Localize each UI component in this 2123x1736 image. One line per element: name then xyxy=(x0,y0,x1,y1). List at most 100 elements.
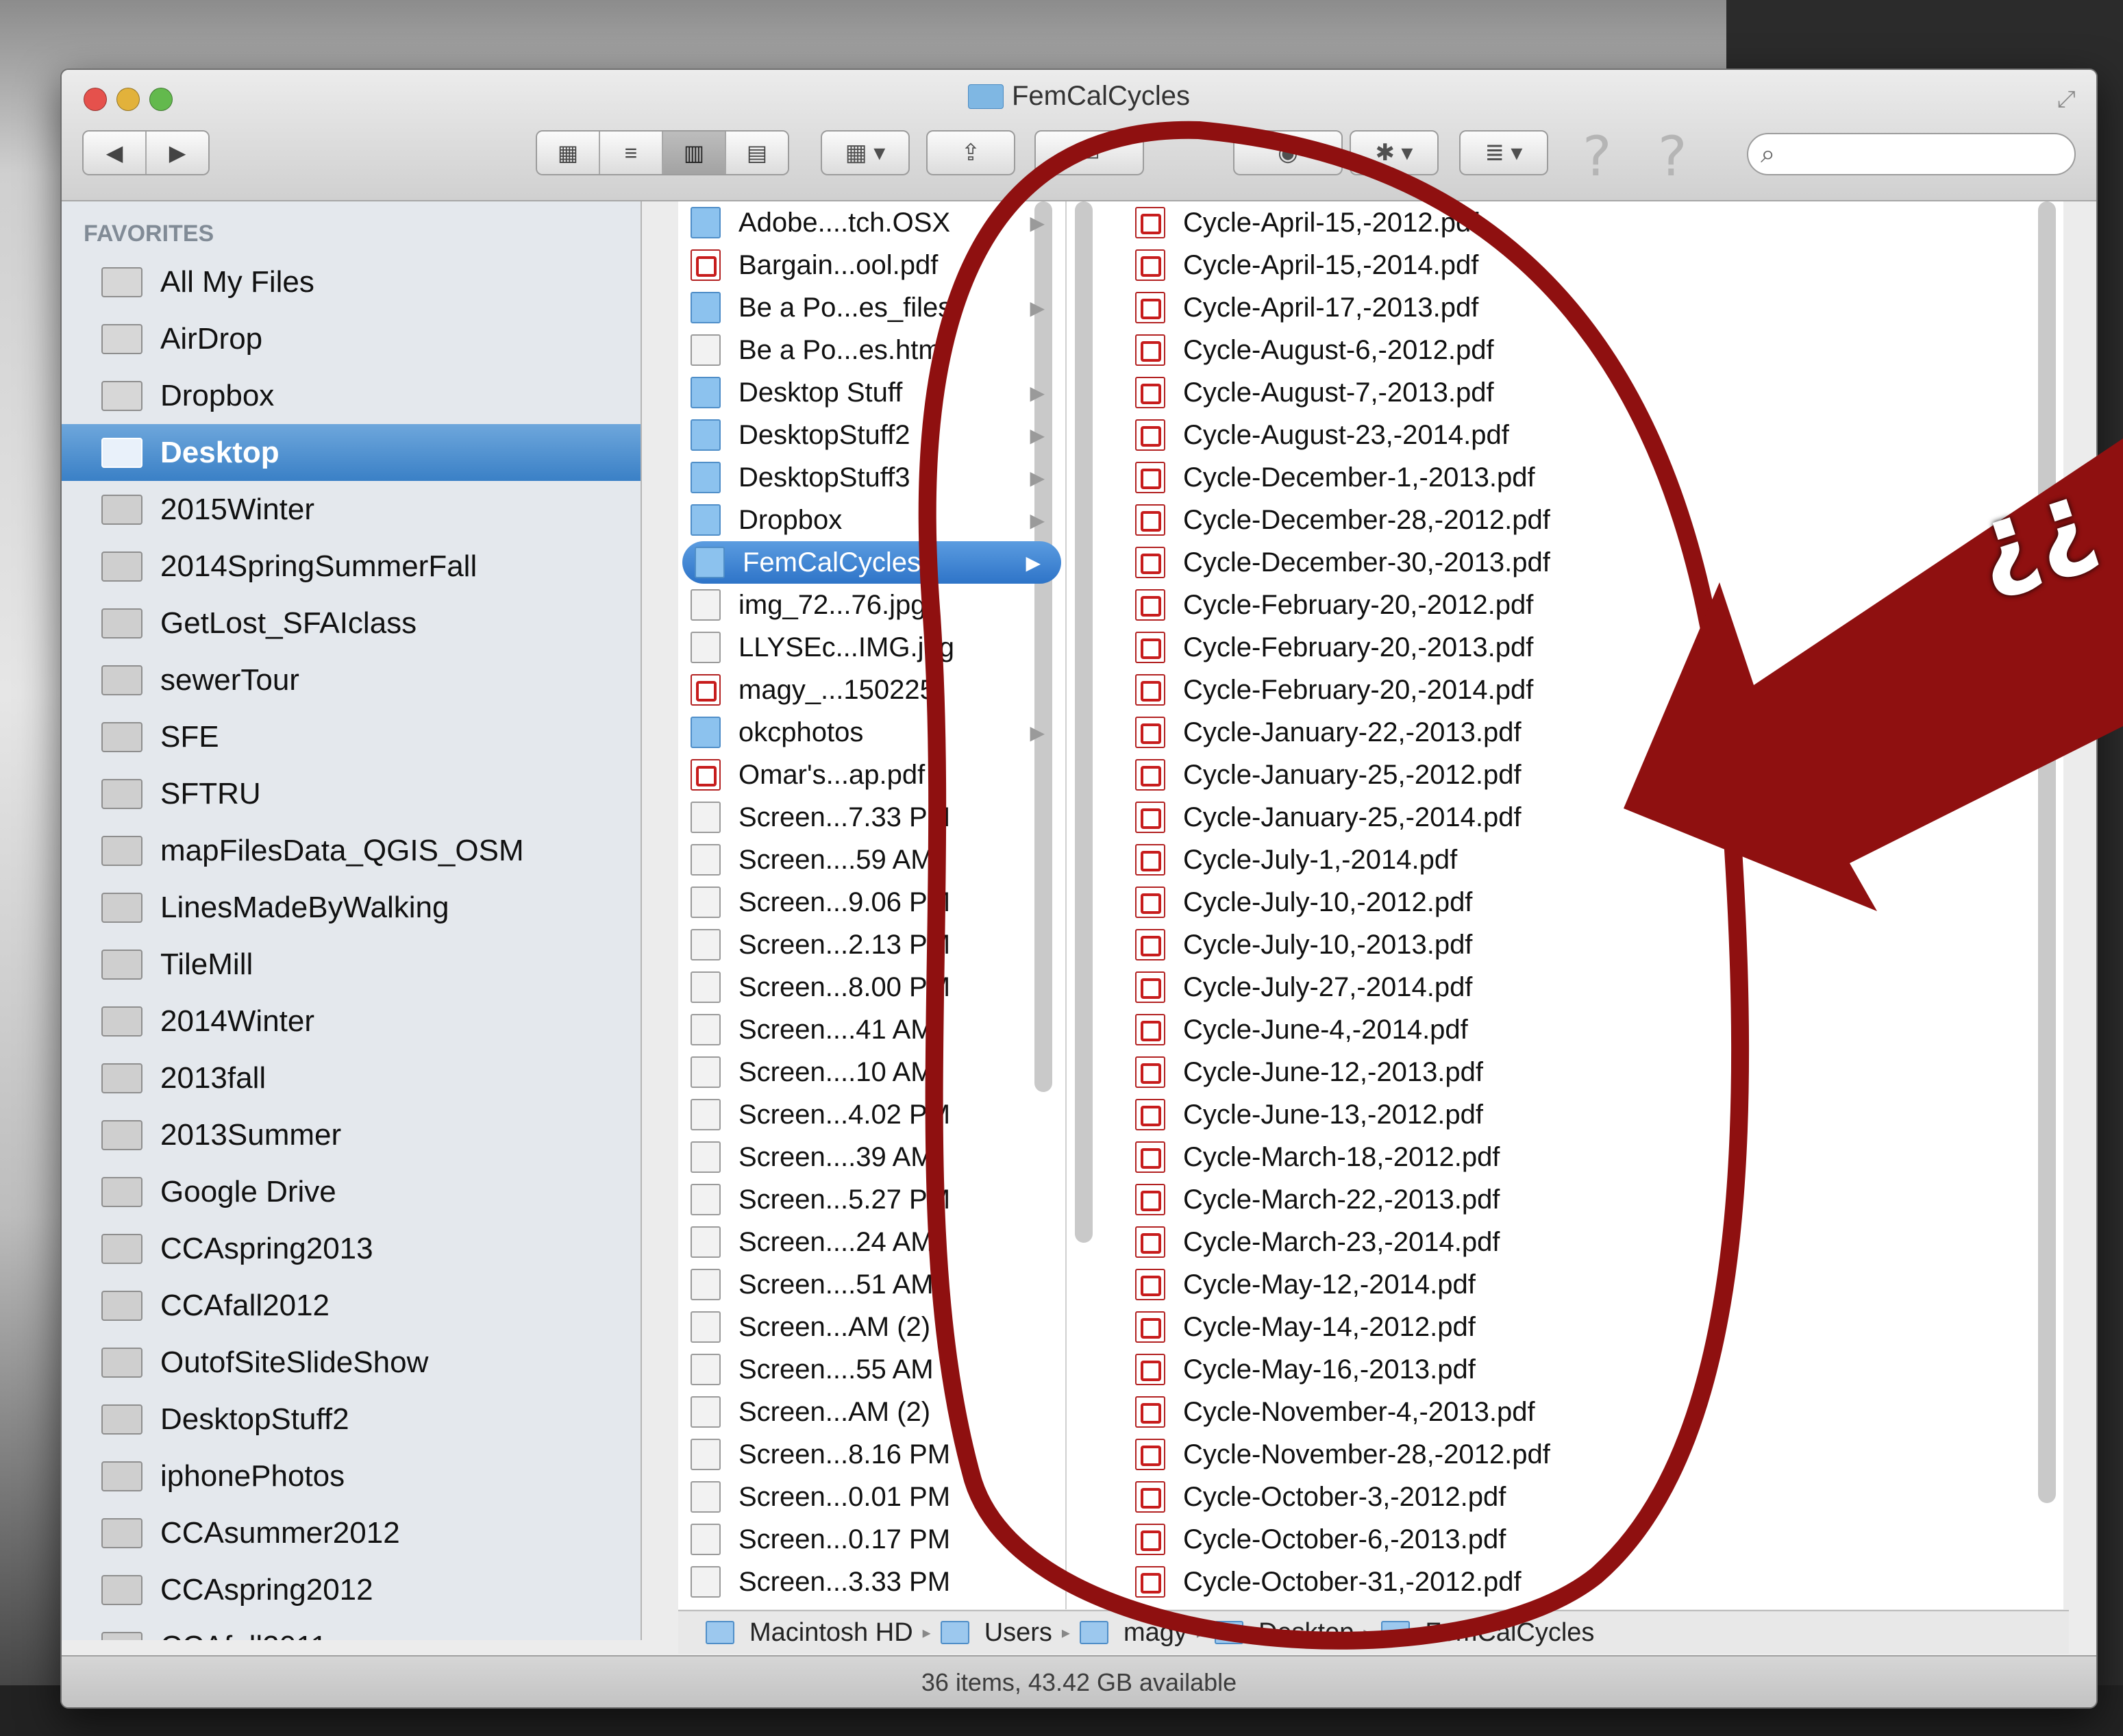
sidebar-item[interactable]: 2013Summer xyxy=(62,1106,641,1163)
action-button[interactable]: ✱ ▾ xyxy=(1350,130,1439,175)
sidebar-item[interactable]: CCAfall2012 xyxy=(62,1277,641,1334)
file-row[interactable]: Screen...9.06 PM xyxy=(678,881,1065,923)
sidebar-item[interactable]: TileMill xyxy=(62,936,641,993)
file-row[interactable]: okcphotos ▶ xyxy=(678,711,1065,754)
pdf-file-row[interactable]: Cycle-February-20,-2012.pdf xyxy=(1067,584,2063,626)
pdf-file-row[interactable]: Cycle-June-12,-2013.pdf xyxy=(1067,1051,2063,1093)
file-row[interactable]: Be a Po...es_files ▶ xyxy=(678,286,1065,329)
sidebar-item[interactable]: LinesMadeByWalking xyxy=(62,879,641,936)
sidebar-item[interactable]: Dropbox xyxy=(62,367,641,424)
pdf-file-row[interactable]: Cycle-November-28,-2012.pdf xyxy=(1067,1433,2063,1476)
pdf-file-row[interactable]: Cycle-June-13,-2012.pdf xyxy=(1067,1093,2063,1136)
sidebar-item[interactable]: CCAsummer2012 xyxy=(62,1504,641,1561)
path-segment[interactable]: Macintosh HD xyxy=(749,1618,913,1648)
path-segment[interactable]: Users xyxy=(984,1618,1052,1648)
sidebar-item[interactable]: Google Drive xyxy=(62,1163,641,1220)
file-row[interactable]: Screen...7.33 PM xyxy=(678,796,1065,839)
pdf-file-row[interactable]: Cycle-March-18,-2012.pdf xyxy=(1067,1136,2063,1178)
pdf-file-row[interactable]: Cycle-July-1,-2014.pdf xyxy=(1067,839,2063,881)
pdf-file-row[interactable]: Cycle-February-20,-2013.pdf xyxy=(1067,626,2063,669)
share-button[interactable]: ⇪ xyxy=(926,130,1015,175)
pdf-file-row[interactable]: Cycle-August-23,-2014.pdf xyxy=(1067,414,2063,456)
eye-button[interactable]: ◉ xyxy=(1233,130,1343,175)
coverflow-view-icon[interactable]: ▤ xyxy=(726,132,788,174)
file-row[interactable]: Desktop Stuff ▶ xyxy=(678,371,1065,414)
pdf-file-row[interactable]: Cycle-December-28,-2012.pdf xyxy=(1067,499,2063,541)
pdf-file-row[interactable]: Cycle-November-4,-2013.pdf xyxy=(1067,1391,2063,1433)
pdf-file-row[interactable]: Cycle-January-25,-2012.pdf xyxy=(1067,754,2063,796)
file-row[interactable]: FemCalCycles ▶ xyxy=(682,541,1061,584)
sidebar-item[interactable]: AirDrop xyxy=(62,310,641,367)
file-row[interactable]: Screen...3.33 PM xyxy=(678,1561,1065,1603)
file-row[interactable]: Screen...0.01 PM xyxy=(678,1476,1065,1518)
sidebar-item[interactable]: SFE xyxy=(62,708,641,765)
file-row[interactable]: Screen....10 AM xyxy=(678,1051,1065,1093)
pdf-file-row[interactable]: Cycle-December-30,-2013.pdf xyxy=(1067,541,2063,584)
sidebar-item[interactable]: 2014Winter xyxy=(62,993,641,1050)
file-row[interactable]: Screen....24 AM xyxy=(678,1221,1065,1263)
file-row[interactable]: magy_...150225 xyxy=(678,669,1065,711)
icon-view-icon[interactable]: ▦ xyxy=(537,132,600,174)
tag-button[interactable]: ▭ xyxy=(1034,130,1144,175)
file-row[interactable]: Screen...8.16 PM xyxy=(678,1433,1065,1476)
back-arrow-icon[interactable]: ◀ xyxy=(84,132,147,174)
pdf-file-row[interactable]: Cycle-March-23,-2014.pdf xyxy=(1067,1221,2063,1263)
path-segment[interactable]: Desktop xyxy=(1258,1618,1354,1648)
sidebar-item[interactable]: GetLost_SFAIclass xyxy=(62,595,641,652)
sidebar-item[interactable]: SFTRU xyxy=(62,765,641,822)
pdf-file-row[interactable]: Cycle-October-6,-2013.pdf xyxy=(1067,1518,2063,1561)
help-icon[interactable]: ? xyxy=(1658,125,1687,188)
pdf-file-row[interactable]: Cycle-August-7,-2013.pdf xyxy=(1067,371,2063,414)
sidebar-item[interactable]: iphonePhotos xyxy=(62,1448,641,1504)
file-row[interactable]: DesktopStuff2 ▶ xyxy=(678,414,1065,456)
pdf-file-row[interactable]: Cycle-May-16,-2013.pdf xyxy=(1067,1348,2063,1391)
pdf-file-row[interactable]: Cycle-June-4,-2014.pdf xyxy=(1067,1008,2063,1051)
pdf-file-row[interactable]: Cycle-March-22,-2013.pdf xyxy=(1067,1178,2063,1221)
file-row[interactable]: img_72...76.jpg xyxy=(678,584,1065,626)
pdf-file-row[interactable]: Cycle-October-31,-2012.pdf xyxy=(1067,1561,2063,1603)
file-row[interactable]: Screen....39 AM xyxy=(678,1136,1065,1178)
help-icon[interactable]: ? xyxy=(1582,125,1611,188)
file-row[interactable]: Screen...4.02 PM xyxy=(678,1093,1065,1136)
pdf-file-row[interactable]: Cycle-July-10,-2012.pdf xyxy=(1067,881,2063,923)
pdf-file-row[interactable]: Cycle-January-25,-2014.pdf xyxy=(1067,796,2063,839)
sidebar-item[interactable]: OutofSiteSlideShow xyxy=(62,1334,641,1391)
sidebar-item[interactable]: DesktopStuff2 xyxy=(62,1391,641,1448)
pdf-file-row[interactable]: Cycle-May-14,-2012.pdf xyxy=(1067,1306,2063,1348)
forward-arrow-icon[interactable]: ▶ xyxy=(147,132,208,174)
file-row[interactable]: Screen...AM (2) xyxy=(678,1306,1065,1348)
file-row[interactable]: Screen....41 AM xyxy=(678,1008,1065,1051)
pdf-file-row[interactable]: Cycle-April-15,-2012.pdf xyxy=(1067,201,2063,244)
sidebar-item[interactable]: CCAspring2012 xyxy=(62,1561,641,1618)
pdf-file-row[interactable]: Cycle-August-6,-2012.pdf xyxy=(1067,329,2063,371)
search-input[interactable]: ⌕ xyxy=(1747,133,2076,175)
file-row[interactable]: Adobe....tch.OSX ▶ xyxy=(678,201,1065,244)
file-row[interactable]: Screen...0.17 PM xyxy=(678,1518,1065,1561)
sidebar-item[interactable]: 2013fall xyxy=(62,1050,641,1106)
file-row[interactable]: Dropbox ▶ xyxy=(678,499,1065,541)
path-segment[interactable]: magy xyxy=(1123,1618,1187,1648)
arrange-button[interactable]: ▦ ▾ xyxy=(821,130,910,175)
pdf-file-row[interactable]: Cycle-February-20,-2014.pdf xyxy=(1067,669,2063,711)
file-row[interactable]: Be a Po...es.html xyxy=(678,329,1065,371)
sidebar-item[interactable]: All My Files xyxy=(62,253,641,310)
pdf-file-row[interactable]: Cycle-January-22,-2013.pdf xyxy=(1067,711,2063,754)
sidebar-item[interactable]: sewerTour xyxy=(62,652,641,708)
sidebar-item[interactable]: mapFilesData_QGIS_OSM xyxy=(62,822,641,879)
sort-button[interactable]: ≣ ▾ xyxy=(1459,130,1548,175)
file-row[interactable]: Screen...2.13 PM xyxy=(678,923,1065,966)
column-view-icon[interactable]: ▥ xyxy=(663,132,726,174)
sidebar-item[interactable]: Desktop xyxy=(62,424,641,481)
sidebar-item[interactable]: CCAfall2011 xyxy=(62,1618,641,1640)
pdf-file-row[interactable]: Cycle-December-1,-2013.pdf xyxy=(1067,456,2063,499)
file-row[interactable]: Screen....55 AM xyxy=(678,1348,1065,1391)
pdf-file-row[interactable]: Cycle-May-12,-2014.pdf xyxy=(1067,1263,2063,1306)
pdf-file-row[interactable]: Cycle-April-17,-2013.pdf xyxy=(1067,286,2063,329)
sidebar-item[interactable]: 2015Winter xyxy=(62,481,641,538)
pdf-file-row[interactable]: Cycle-October-3,-2012.pdf xyxy=(1067,1476,2063,1518)
path-segment[interactable]: FemCalCycles xyxy=(1425,1618,1594,1648)
file-row[interactable]: Screen...5.27 PM xyxy=(678,1178,1065,1221)
sidebar-item[interactable]: 2014SpringSummerFall xyxy=(62,538,641,595)
file-row[interactable]: Bargain...ool.pdf xyxy=(678,244,1065,286)
file-row[interactable]: Omar's...ap.pdf xyxy=(678,754,1065,796)
